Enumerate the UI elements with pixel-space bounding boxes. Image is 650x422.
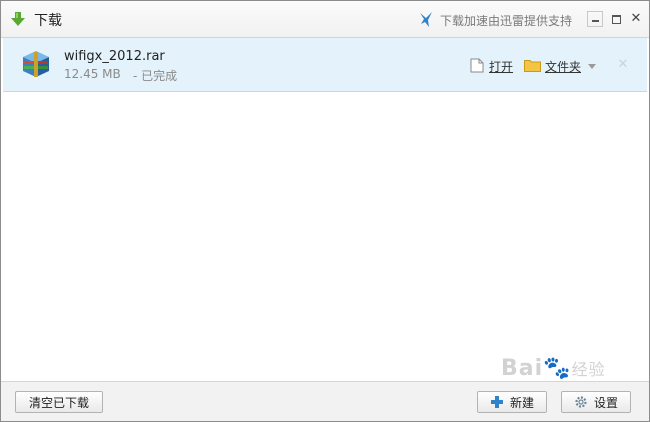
- window-title: 下载: [34, 13, 62, 29]
- settings-button[interactable]: 设置: [561, 391, 631, 413]
- watermark-text: Bai: [501, 356, 544, 381]
- open-file-link[interactable]: 打开: [489, 58, 513, 75]
- settings-label: 设置: [593, 395, 618, 410]
- plus-icon: [490, 396, 503, 408]
- download-arrow-icon: [11, 12, 25, 26]
- xunlei-bird-icon: [420, 12, 432, 27]
- footer-bar: 清空已下载 新建 设置: [1, 381, 649, 421]
- download-status: - 已完成: [133, 69, 178, 83]
- folder-icon: [524, 60, 541, 72]
- rar-archive-icon: [23, 51, 49, 77]
- new-download-label: 新建: [509, 395, 534, 410]
- new-download-button[interactable]: 新建: [477, 391, 547, 413]
- acceleration-text: 下载加速由迅雷提供支持: [440, 14, 573, 28]
- remove-item-button[interactable]: ✕: [616, 58, 630, 72]
- chevron-down-icon[interactable]: [588, 64, 596, 69]
- clear-downloaded-label: 清空已下载: [28, 395, 89, 410]
- watermark: Bai🐾经验: [501, 356, 606, 381]
- close-button[interactable]: ✕: [628, 11, 644, 27]
- download-window: 下载 下载加速由迅雷提供支持 ✕ wifigx_2012.rar 12.45 M…: [0, 0, 650, 422]
- minimize-button[interactable]: [587, 11, 603, 27]
- open-folder-link[interactable]: 文件夹: [545, 58, 581, 75]
- document-icon: [470, 58, 484, 73]
- clear-downloaded-button[interactable]: 清空已下载: [15, 391, 103, 413]
- title-bar: 下载 下载加速由迅雷提供支持 ✕: [1, 1, 649, 38]
- watermark-sub: 经验: [571, 360, 606, 379]
- file-size: 12.45 MB: [64, 67, 121, 81]
- file-name[interactable]: wifigx_2012.rar: [64, 49, 165, 64]
- download-item[interactable]: wifigx_2012.rar 12.45 MB - 已完成 打开 文件夹 ✕: [3, 38, 647, 92]
- maximize-button[interactable]: [608, 11, 624, 27]
- gear-icon: [575, 396, 587, 408]
